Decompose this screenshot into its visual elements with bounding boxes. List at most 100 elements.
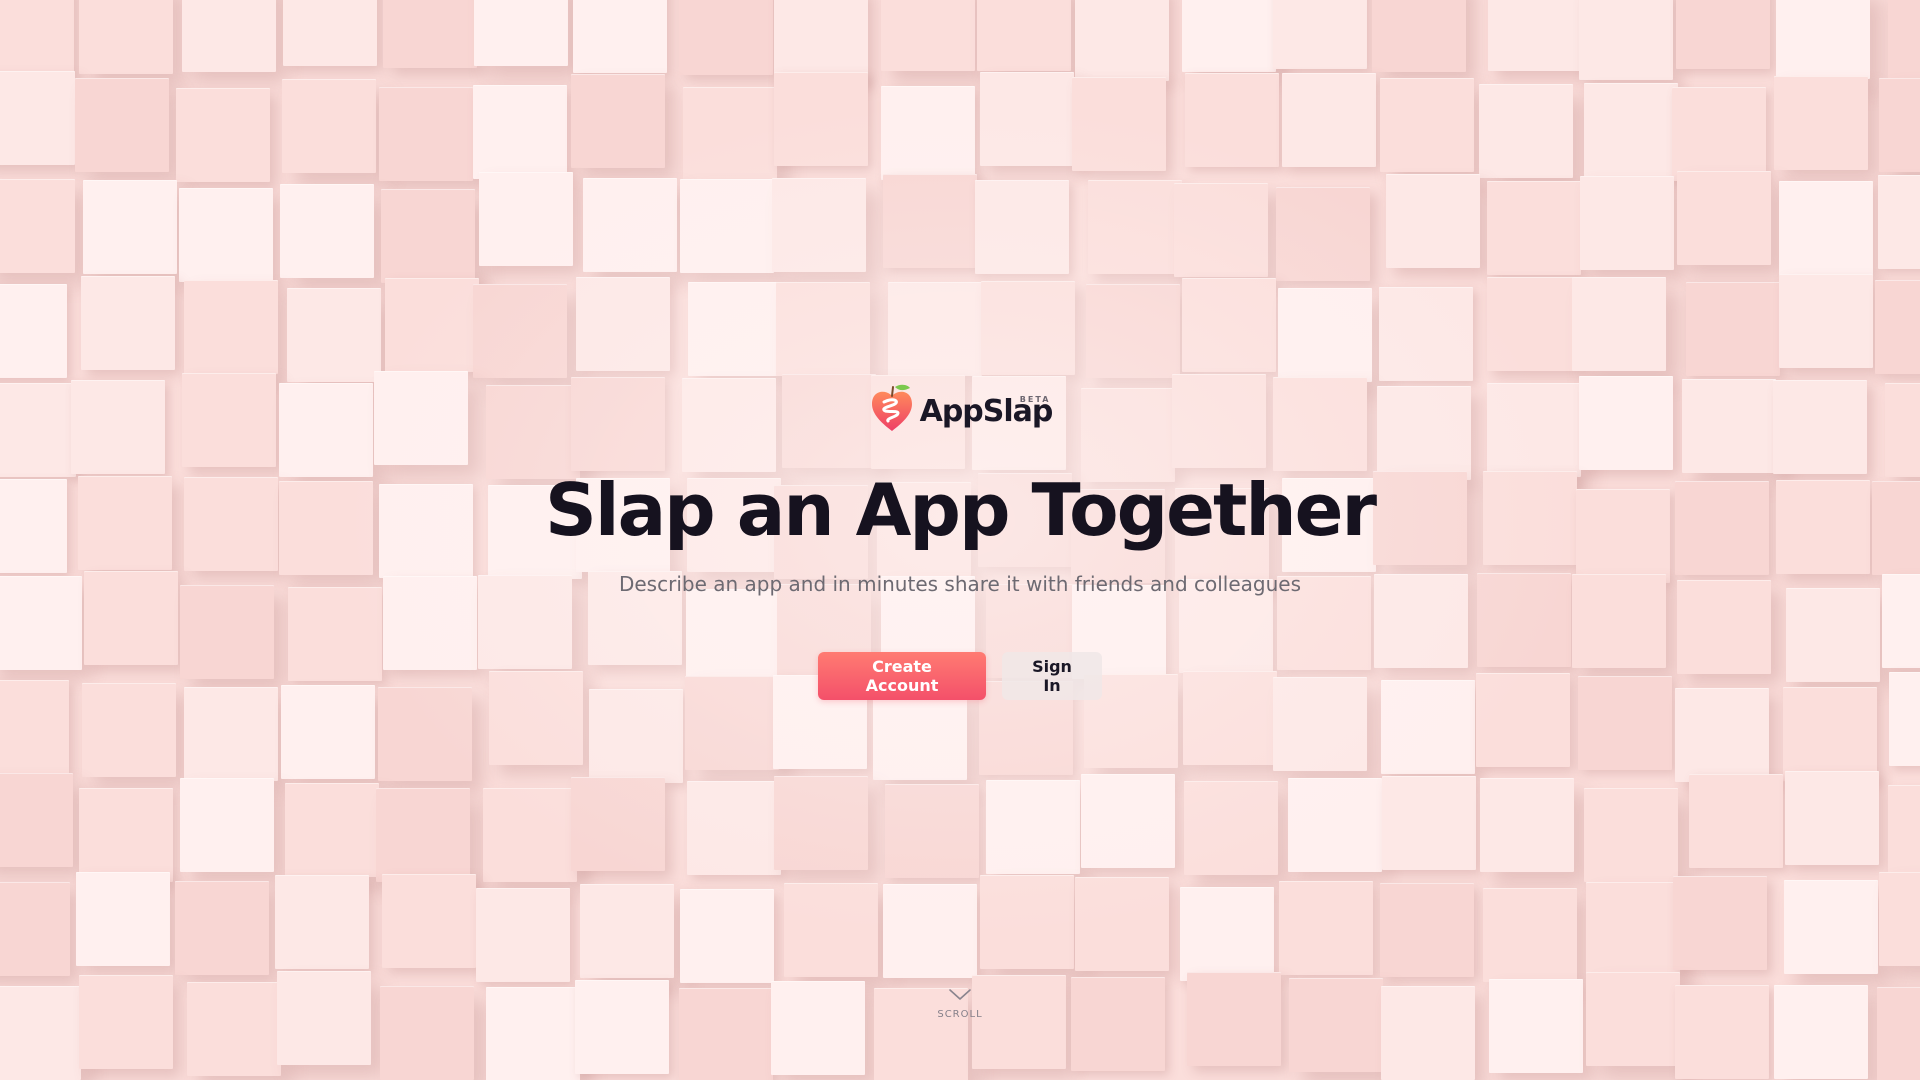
background-tile <box>1774 76 1869 171</box>
background-tile <box>1888 784 1920 879</box>
background-tile <box>1287 778 1382 873</box>
beta-badge: BETA <box>1019 395 1051 404</box>
background-tile <box>175 88 270 183</box>
background-tile <box>183 686 278 781</box>
background-tile <box>74 78 169 173</box>
background-tile <box>1782 686 1877 781</box>
background-tile <box>986 780 1081 875</box>
background-tile <box>1379 78 1474 173</box>
background-tile <box>1675 0 1770 70</box>
background-tile <box>783 883 878 978</box>
background-tile <box>1785 771 1880 866</box>
background-tile <box>1578 0 1673 81</box>
background-tile <box>1276 187 1371 282</box>
background-tile <box>1081 774 1176 869</box>
background-tile <box>880 85 975 180</box>
background-tile <box>774 71 869 166</box>
background-tile <box>680 178 775 273</box>
page-title: Slap an App Together <box>545 468 1377 552</box>
background-tile <box>1673 875 1768 970</box>
background-tile <box>579 884 674 979</box>
background-tile <box>884 784 979 879</box>
background-tile <box>1488 0 1583 71</box>
background-tile <box>1185 73 1280 168</box>
background-tile <box>775 281 870 376</box>
background-tile <box>687 282 782 377</box>
background-tile <box>0 882 71 977</box>
background-tile <box>76 871 171 966</box>
scroll-indicator[interactable]: SCROLL <box>0 988 1920 1020</box>
background-tile <box>478 172 573 267</box>
background-tile <box>286 288 381 383</box>
background-tile <box>771 177 866 272</box>
background-tile <box>686 781 781 876</box>
background-tile <box>571 777 666 872</box>
background-tile <box>380 188 475 283</box>
background-tile <box>575 277 670 372</box>
background-tile <box>974 180 1069 275</box>
background-tile <box>281 78 376 173</box>
background-tile <box>0 71 75 166</box>
background-tile <box>179 188 274 283</box>
background-tile <box>883 884 978 978</box>
background-tile <box>78 0 173 75</box>
background-tile <box>588 688 683 783</box>
background-tile <box>1676 171 1771 266</box>
background-tile <box>181 0 276 73</box>
background-tile <box>1878 77 1920 172</box>
background-tile <box>379 86 474 181</box>
background-tile <box>1088 180 1183 275</box>
background-tile <box>473 284 568 379</box>
background-tile <box>880 0 975 71</box>
page-subtitle: Describe an app and in minutes share it … <box>618 572 1302 596</box>
background-tile <box>882 173 977 268</box>
background-tile <box>78 787 173 882</box>
background-tile <box>582 178 677 273</box>
background-tile <box>473 85 568 180</box>
background-tile <box>1486 277 1581 372</box>
background-tile <box>1878 872 1920 967</box>
background-tile <box>1075 0 1170 81</box>
background-tile <box>1277 287 1372 382</box>
background-tile <box>0 178 75 273</box>
background-tile <box>1585 881 1680 976</box>
background-tile <box>979 71 1074 166</box>
background-tile <box>1482 887 1577 982</box>
background-tile <box>1385 174 1480 269</box>
cta-group: Create Account Sign In <box>818 652 1102 700</box>
background-tile <box>1571 277 1666 372</box>
background-tile <box>773 776 868 871</box>
background-tile <box>573 0 668 73</box>
background-tile <box>1583 82 1678 177</box>
background-tile <box>1487 181 1582 276</box>
background-tile <box>1878 175 1920 270</box>
background-tile <box>82 179 177 274</box>
background-tile <box>1685 282 1780 377</box>
background-tile <box>888 281 983 376</box>
background-tile <box>1479 84 1574 179</box>
background-tile <box>382 873 477 968</box>
background-tile <box>1181 0 1276 73</box>
background-tile <box>981 281 1076 376</box>
background-tile <box>1779 273 1874 368</box>
background-tile <box>1181 277 1276 372</box>
sign-in-button[interactable]: Sign In <box>1002 652 1102 700</box>
background-tile <box>1371 0 1466 73</box>
create-account-button[interactable]: Create Account <box>818 652 986 700</box>
background-tile <box>474 0 569 66</box>
background-tile <box>1183 780 1278 875</box>
brand-logo[interactable]: AppSlap BETA <box>868 380 1053 436</box>
background-tile <box>483 787 578 882</box>
background-tile <box>1075 877 1170 972</box>
background-tile <box>275 875 370 970</box>
background-tile <box>679 888 774 983</box>
background-tile <box>1887 0 1920 81</box>
background-tile <box>1675 688 1770 782</box>
background-tile <box>385 278 480 373</box>
background-tile <box>285 783 380 878</box>
background-tile <box>1784 879 1879 974</box>
background-tile <box>80 276 175 371</box>
background-tile <box>475 888 570 983</box>
background-tile <box>0 0 74 76</box>
background-tile <box>1775 0 1870 79</box>
